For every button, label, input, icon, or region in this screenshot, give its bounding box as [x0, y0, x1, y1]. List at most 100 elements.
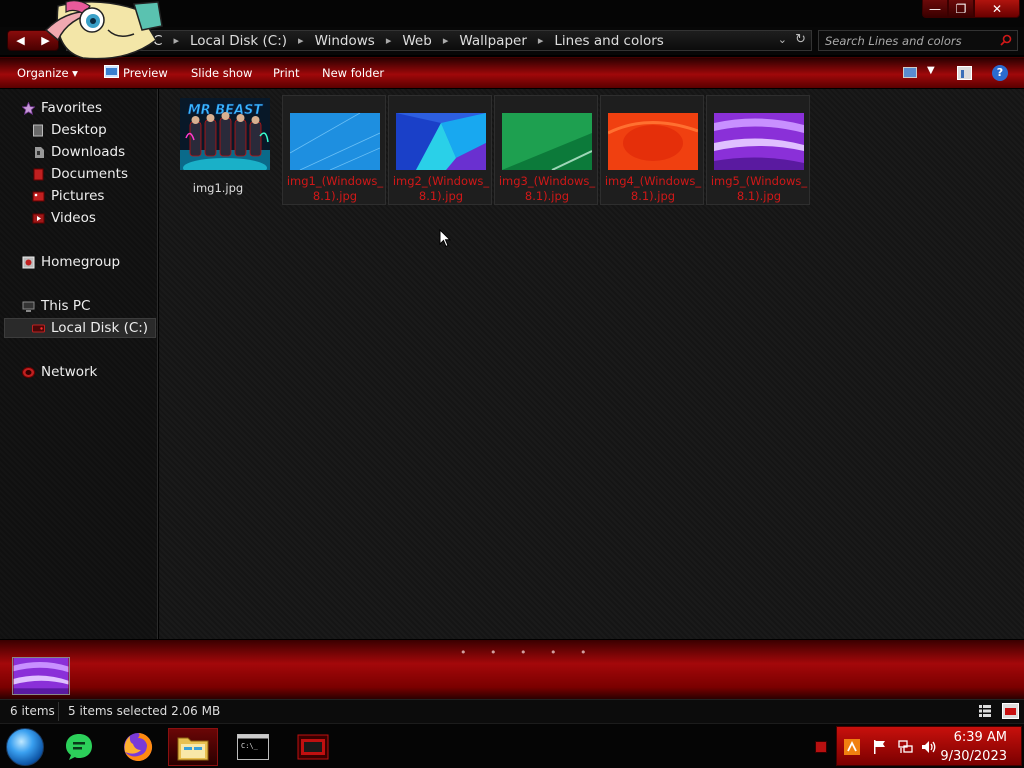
theme-app-icon — [297, 734, 329, 760]
selection-preview-thumbnail — [12, 657, 70, 695]
sidebar-label-downloads: Downloads — [51, 144, 126, 160]
details-pane: • • • • • — [0, 640, 1024, 699]
address-dropdown-icon[interactable]: ⌄ — [778, 33, 787, 46]
file-name: img5_(Windows_8.1).jpg — [710, 174, 808, 203]
file-item-img3-windows[interactable]: img3_(Windows_8.1).jpg — [494, 95, 598, 205]
details-resize-grip[interactable]: • • • • • — [460, 646, 596, 659]
sidebar-item-downloads[interactable]: Downloads — [32, 143, 125, 161]
status-divider — [58, 702, 59, 721]
taskbar-app-theme[interactable] — [288, 728, 338, 766]
tray-notification-icon[interactable] — [815, 741, 827, 753]
file-thumbnail — [290, 113, 380, 170]
action-center-flag-icon[interactable] — [873, 739, 887, 755]
sidebar-item-documents[interactable]: Documents — [32, 165, 128, 183]
minimize-button[interactable]: — — [922, 0, 948, 18]
search-icon[interactable] — [1000, 34, 1012, 46]
change-view-icon[interactable] — [903, 67, 917, 78]
file-name: img1.jpg — [192, 181, 244, 195]
homegroup-icon — [22, 256, 35, 268]
sidebar-item-network[interactable]: Network — [22, 363, 97, 381]
volume-icon[interactable] — [921, 739, 937, 755]
star-icon — [22, 101, 35, 115]
hard-drive-icon — [32, 324, 45, 332]
large-icons-view-icon[interactable] — [1002, 703, 1019, 719]
file-thumbnail: MR BEAST — [180, 98, 270, 170]
network-icon — [22, 366, 35, 378]
file-name: img4_(Windows_8.1).jpg — [604, 174, 702, 203]
clock-date[interactable]: 9/30/2023 — [940, 749, 1007, 764]
computer-icon — [22, 301, 35, 312]
sidebar-item-local-disk[interactable]: Local Disk (C:) — [32, 319, 148, 337]
breadcrumb-windows[interactable]: Windows — [311, 33, 379, 49]
breadcrumb-lines-and-colors[interactable]: Lines and colors — [550, 33, 667, 49]
address-bar[interactable]: C ▸ Local Disk (C:) ▸ Windows ▸ Web ▸ Wa… — [66, 30, 812, 51]
close-button[interactable]: ✕ — [974, 0, 1020, 18]
back-arrow-icon[interactable]: ◀ — [8, 34, 33, 47]
navigation-pane: Favorites Desktop Downloads Documents Pi… — [0, 89, 158, 639]
sidebar-label-local-disk: Local Disk (C:) — [51, 320, 149, 336]
search-box — [818, 30, 1018, 51]
sidebar-label-network: Network — [41, 364, 98, 380]
taskbar-app-command-prompt[interactable]: C:\_ — [228, 728, 278, 766]
file-item-img2-windows[interactable]: img2_(Windows_8.1).jpg — [388, 95, 492, 205]
breadcrumb-web[interactable]: Web — [398, 33, 435, 49]
sidebar-item-this-pc[interactable]: This PC — [22, 297, 90, 315]
mascot-character-image — [44, 0, 163, 60]
taskbar-app-firefox[interactable] — [113, 728, 163, 766]
file-item-img5-windows[interactable]: img5_(Windows_8.1).jpg — [706, 95, 810, 205]
help-icon[interactable]: ? — [992, 65, 1008, 81]
item-count: 6 items — [10, 704, 55, 718]
window-controls: — ❐ ✕ — [922, 0, 1020, 18]
organize-button[interactable]: Organize ▾ — [17, 66, 78, 80]
sidebar-label-favorites: Favorites — [41, 100, 102, 116]
file-item-img1[interactable]: MR BEAST img1.jpg — [166, 95, 270, 205]
taskbar-app-file-explorer[interactable] — [168, 728, 218, 766]
file-thumbnail — [502, 113, 592, 170]
sidebar-label-desktop: Desktop — [51, 122, 107, 138]
firefox-icon — [124, 732, 153, 761]
start-button[interactable] — [6, 728, 44, 766]
new-folder-button[interactable]: New folder — [322, 66, 384, 80]
command-prompt-icon: C:\_ — [237, 734, 269, 760]
network-status-icon[interactable] — [897, 739, 913, 755]
breadcrumb-separator-icon[interactable]: ▸ — [379, 34, 399, 47]
tray-app-icon[interactable] — [844, 739, 860, 755]
refresh-icon[interactable]: ↻ — [795, 32, 806, 47]
preview-icon — [104, 65, 119, 78]
breadcrumb-local-disk[interactable]: Local Disk (C:) — [186, 33, 291, 49]
sidebar-label-homegroup: Homegroup — [41, 254, 121, 270]
file-name: img1_(Windows_8.1).jpg — [286, 174, 384, 203]
sidebar-item-pictures[interactable]: Pictures — [32, 187, 104, 205]
sidebar-item-homegroup[interactable]: Homegroup — [22, 253, 120, 271]
print-button[interactable]: Print — [273, 66, 299, 80]
breadcrumb-separator-icon[interactable]: ▸ — [166, 34, 186, 47]
sidebar-item-favorites[interactable]: Favorites — [22, 99, 102, 117]
sidebar-label-this-pc: This PC — [41, 298, 91, 314]
slideshow-button[interactable]: Slide show — [191, 66, 252, 80]
file-thumbnail — [396, 113, 486, 170]
taskbar-app-chat[interactable] — [54, 728, 104, 766]
file-list-pane[interactable]: MR BEAST img1.jpg img1_(Windows_8.1).jpg… — [159, 89, 1024, 639]
details-view-icon[interactable] — [978, 704, 992, 718]
breadcrumb-wallpaper[interactable]: Wallpaper — [455, 33, 531, 49]
sidebar-item-desktop[interactable]: Desktop — [32, 121, 107, 139]
file-item-img4-windows[interactable]: img4_(Windows_8.1).jpg — [600, 95, 704, 205]
sidebar-label-pictures: Pictures — [51, 188, 105, 204]
preview-pane-icon[interactable] — [957, 66, 972, 80]
file-thumbnail — [714, 113, 804, 170]
breadcrumb-separator-icon[interactable]: ▸ — [436, 34, 456, 47]
breadcrumb-separator-icon[interactable]: ▸ — [531, 34, 551, 47]
maximize-button[interactable]: ❐ — [948, 0, 974, 18]
documents-icon — [33, 168, 44, 180]
sidebar-item-videos[interactable]: Videos — [32, 209, 96, 227]
preview-button[interactable]: Preview — [123, 66, 168, 80]
clock-time[interactable]: 6:39 AM — [954, 730, 1007, 745]
file-item-img1-windows[interactable]: img1_(Windows_8.1).jpg — [282, 95, 386, 205]
command-prompt-text: C:\_ — [241, 742, 259, 750]
downloads-icon — [35, 146, 44, 158]
chat-app-icon — [66, 734, 92, 760]
breadcrumb-separator-icon[interactable]: ▸ — [291, 34, 311, 47]
file-name: img3_(Windows_8.1).jpg — [498, 174, 596, 203]
search-input[interactable] — [819, 31, 999, 50]
view-options-dropdown-icon[interactable]: ▼ — [927, 65, 935, 76]
